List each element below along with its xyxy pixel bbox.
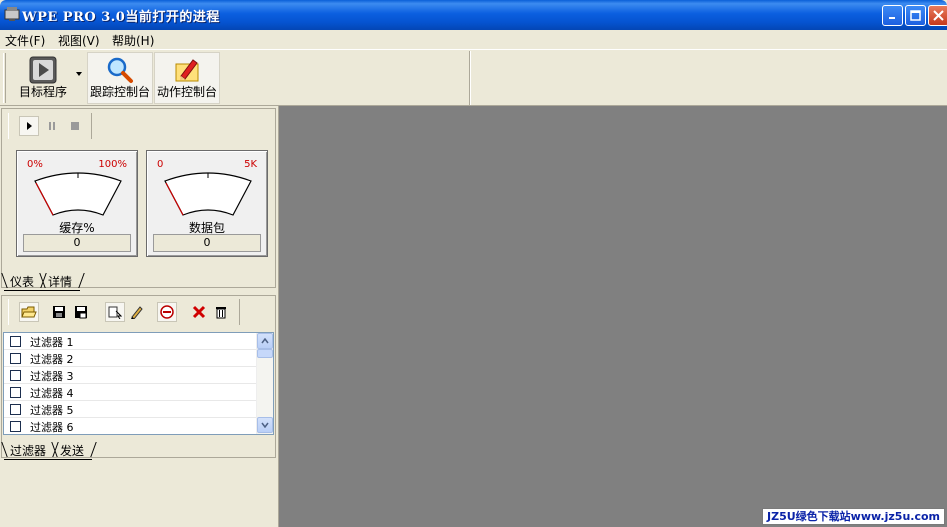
- tab-filters[interactable]: 过滤器: [4, 442, 55, 460]
- list-item[interactable]: 过滤器 4: [4, 384, 256, 401]
- onoff-button[interactable]: [157, 302, 177, 322]
- onoff-icon: [160, 305, 174, 319]
- filter-label: 过滤器 1: [30, 336, 74, 349]
- menu-file[interactable]: 文件(F): [5, 32, 45, 49]
- gauge-value: 0: [23, 234, 131, 252]
- trace-console-label: 跟踪控制台: [89, 85, 150, 99]
- capture-toolbar: [8, 113, 92, 139]
- list-item[interactable]: 过滤器 6: [4, 418, 256, 434]
- play-icon: [27, 122, 32, 130]
- gauge-value: 0: [153, 234, 261, 252]
- menu-view[interactable]: 视图(V): [58, 32, 100, 49]
- scroll-thumb[interactable]: [257, 349, 273, 358]
- workspace-area: [279, 106, 947, 527]
- open-folder-icon: [21, 306, 37, 318]
- main-toolbar: 目标程序 跟踪控制台 动作控制台: [0, 49, 947, 106]
- pencil-note-icon: [175, 59, 199, 82]
- trace-console-button[interactable]: 跟踪控制台: [87, 52, 153, 104]
- packet-dial: [164, 172, 252, 216]
- tab-send[interactable]: 发送: [54, 442, 93, 460]
- delete-icon: [192, 305, 206, 319]
- action-console-label: 动作控制台: [156, 85, 217, 99]
- list-item[interactable]: 过滤器 1: [4, 333, 256, 350]
- scroll-down-button[interactable]: [257, 417, 273, 433]
- filter-label: 过滤器 5: [30, 404, 74, 417]
- menu-help[interactable]: 帮助(H): [112, 32, 154, 49]
- save-as-icon: [75, 306, 87, 319]
- filter-checkbox[interactable]: [10, 421, 21, 432]
- target-program-button[interactable]: 目标程序: [10, 52, 76, 104]
- open-button[interactable]: [19, 302, 39, 322]
- play-button[interactable]: [19, 116, 39, 136]
- magnifier-icon: [107, 57, 133, 83]
- save-as-button[interactable]: [71, 302, 91, 322]
- edit-pointer-button[interactable]: [105, 302, 125, 322]
- filter-checkbox[interactable]: [10, 387, 21, 398]
- toolbar-separator: [469, 51, 471, 105]
- maximize-button[interactable]: [905, 5, 926, 26]
- stop-button[interactable]: [65, 116, 85, 136]
- buffer-dial: [34, 172, 122, 216]
- gauge-min-label: 0: [157, 159, 164, 170]
- delete-button[interactable]: [189, 302, 209, 322]
- buffer-gauge: 0% 100% 缓存% 0: [16, 150, 138, 257]
- filter-checkbox[interactable]: [10, 353, 21, 364]
- edit-pointer-icon: [108, 306, 122, 319]
- gauge-min-label: 0%: [27, 159, 43, 170]
- watermark-badge: JZ5U绿色下载站www.jz5u.com: [762, 508, 945, 525]
- gauge-max-label: 5K: [244, 159, 257, 170]
- gauge-tabs: 仪表 详情: [4, 273, 81, 291]
- scroll-up-button[interactable]: [257, 333, 273, 349]
- close-icon: [933, 10, 944, 21]
- app-icon: [4, 7, 20, 21]
- toolbar-grip[interactable]: [3, 53, 6, 103]
- trash-icon: [216, 307, 226, 319]
- action-console-button[interactable]: 动作控制台: [154, 52, 220, 104]
- stop-icon: [71, 122, 79, 130]
- filter-checkbox[interactable]: [10, 336, 21, 347]
- target-dropdown-arrow-icon[interactable]: [76, 72, 82, 76]
- list-item[interactable]: 过滤器 2: [4, 350, 256, 367]
- filter-tabs: 过滤器 发送: [4, 442, 93, 460]
- menu-bar: 文件(F) 视图(V) 帮助(H): [0, 30, 947, 49]
- save-button[interactable]: [49, 302, 69, 322]
- chevron-up-icon: [261, 338, 269, 344]
- title-bar: WPE PRO 3.0当前打开的进程: [0, 0, 947, 30]
- filter-list: 过滤器 1 过滤器 2 过滤器 3 过滤器 4 过滤器 5 过滤器 6: [3, 332, 274, 435]
- gauge-max-label: 100%: [98, 159, 127, 170]
- filter-checkbox[interactable]: [10, 370, 21, 381]
- pencil-icon: [131, 306, 143, 319]
- pause-button[interactable]: [42, 116, 62, 136]
- list-item[interactable]: 过滤器 3: [4, 367, 256, 384]
- filter-toolbar: [8, 299, 240, 325]
- target-program-label: 目标程序: [18, 85, 67, 99]
- filter-label: 过滤器 4: [30, 387, 74, 400]
- minimize-button[interactable]: [882, 5, 903, 26]
- filter-label: 过滤器 3: [30, 370, 74, 383]
- close-button[interactable]: [928, 5, 947, 26]
- maximize-icon: [910, 10, 921, 21]
- trash-button[interactable]: [211, 302, 231, 322]
- save-icon: [53, 306, 65, 318]
- window-title: WPE PRO 3.0当前打开的进程: [22, 10, 220, 25]
- filter-checkbox[interactable]: [10, 404, 21, 415]
- chevron-down-icon: [261, 422, 269, 428]
- pause-icon: [49, 122, 55, 130]
- tab-details[interactable]: 详情: [42, 273, 81, 291]
- minimize-icon: [889, 17, 895, 19]
- tab-gauge[interactable]: 仪表: [4, 273, 43, 291]
- packet-gauge: 0 5K 数据包 0: [146, 150, 268, 257]
- pencil-button[interactable]: [127, 302, 147, 322]
- filter-scrollbar[interactable]: [256, 333, 273, 434]
- filter-label: 过滤器 2: [30, 353, 74, 366]
- play-target-icon: [29, 56, 57, 84]
- list-item[interactable]: 过滤器 5: [4, 401, 256, 418]
- filter-label: 过滤器 6: [30, 421, 74, 434]
